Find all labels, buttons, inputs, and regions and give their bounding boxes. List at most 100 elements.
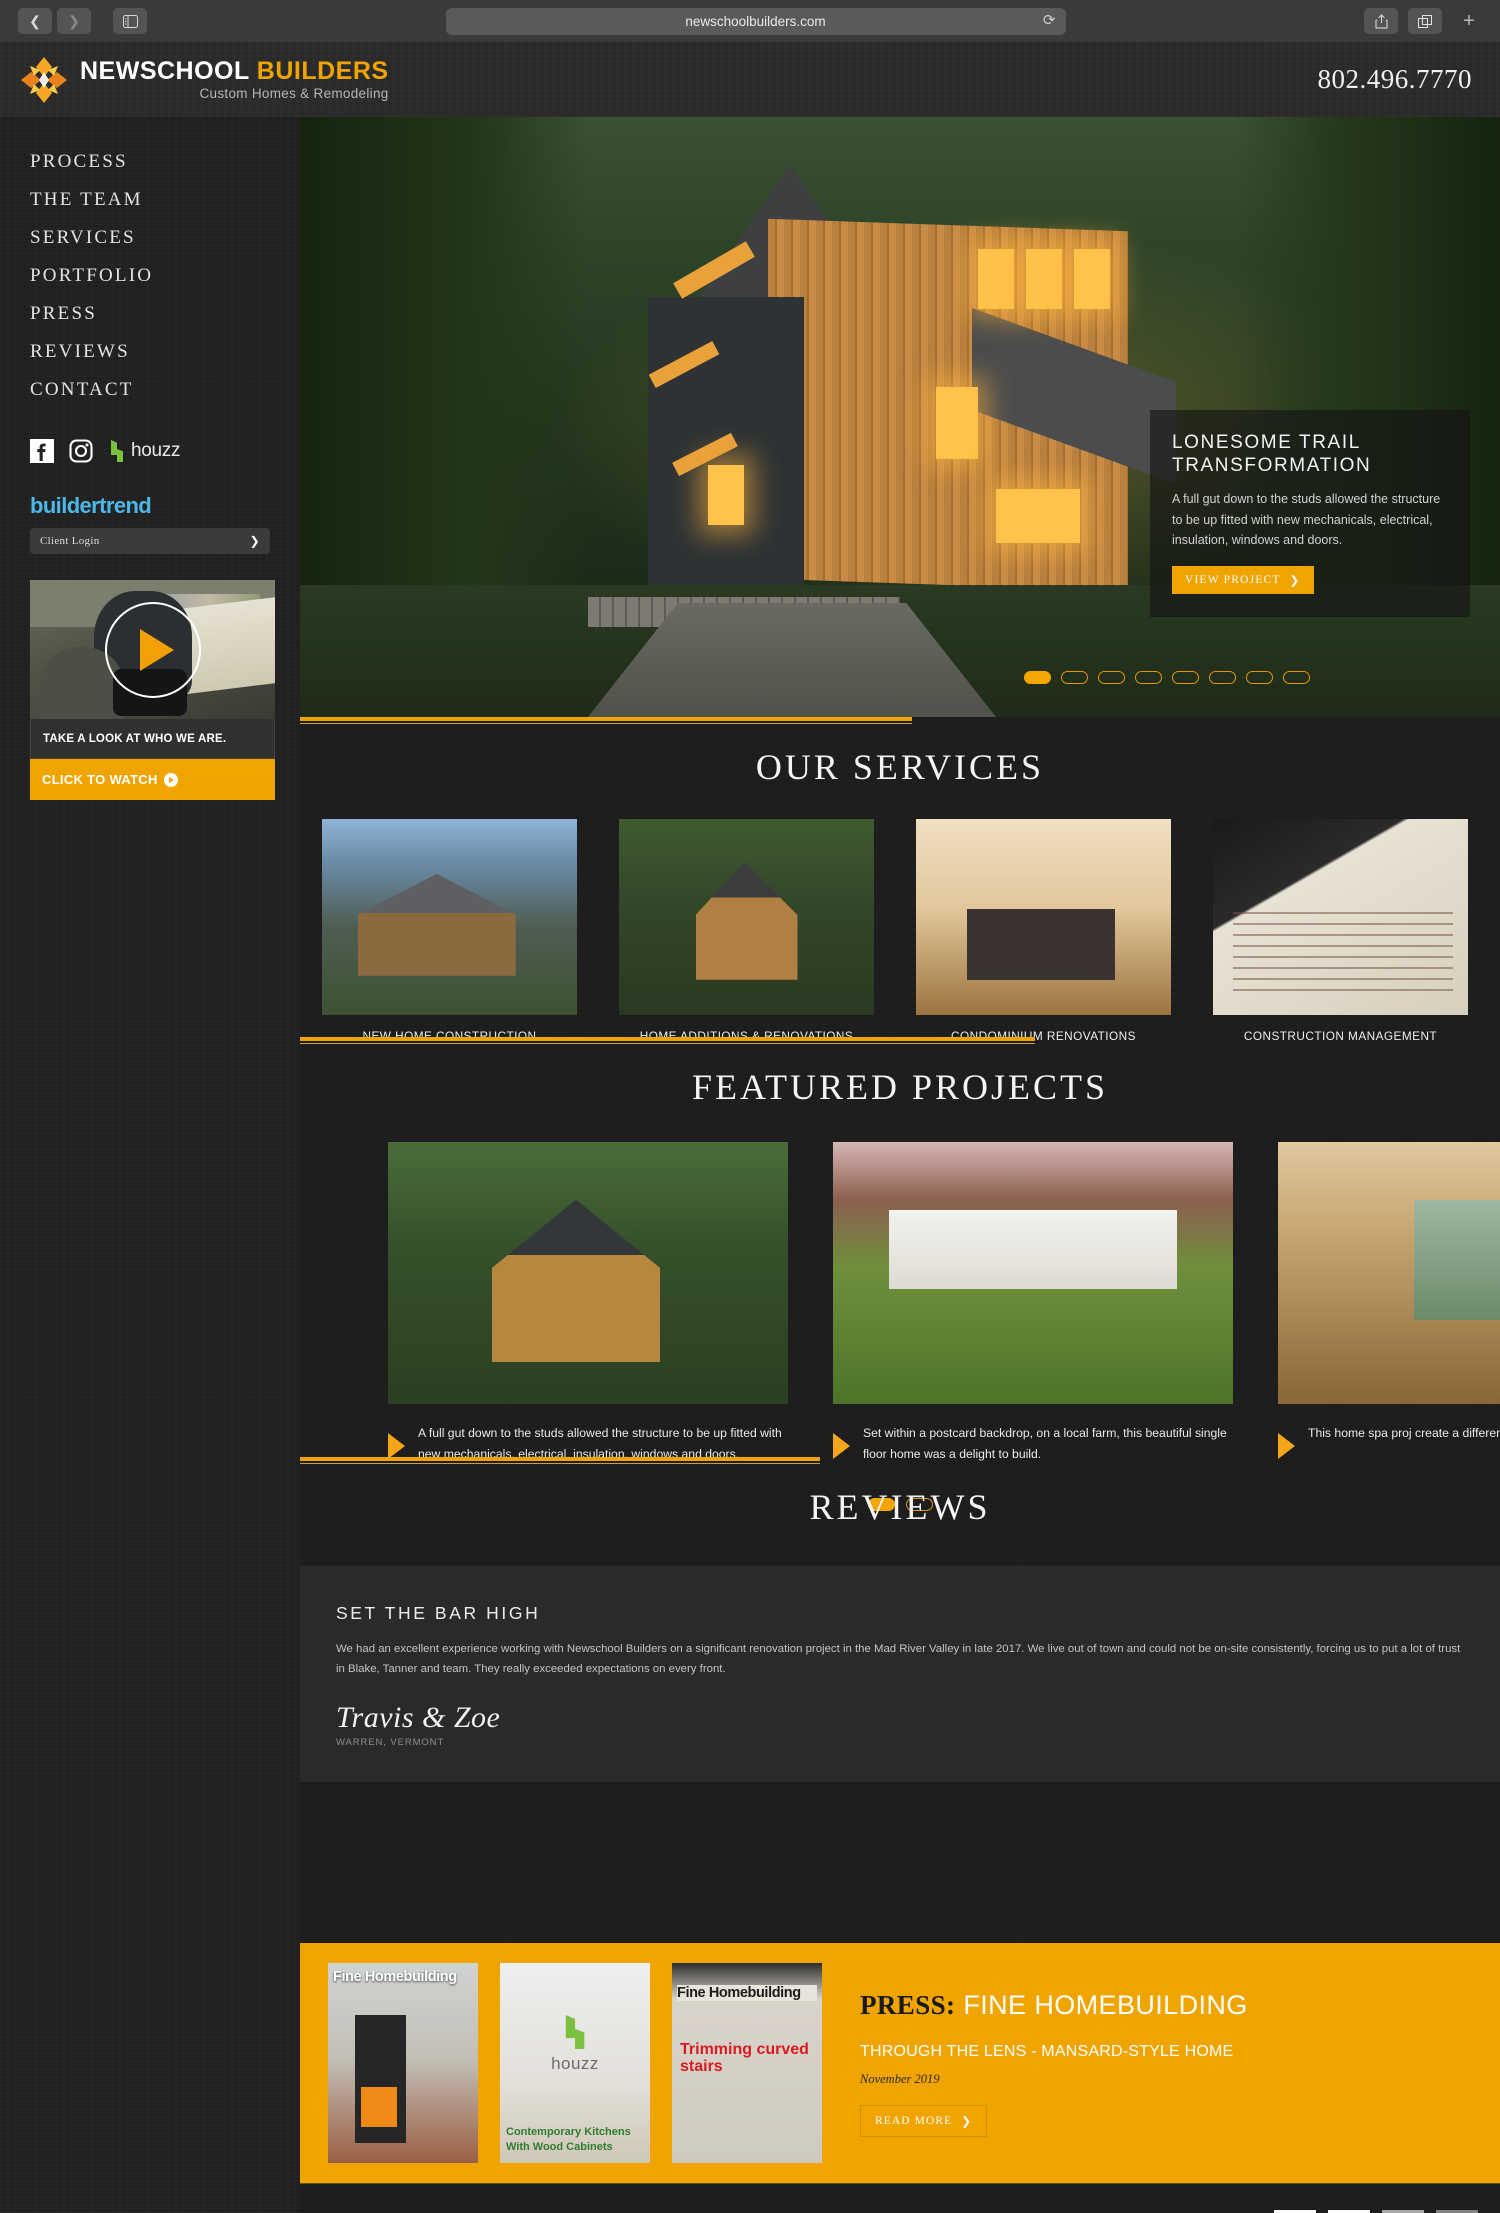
tab-overview-icon[interactable]: [1408, 8, 1442, 34]
hero-dot-6[interactable]: [1209, 671, 1236, 684]
reload-icon[interactable]: ⟳: [1043, 11, 1056, 29]
hero-dot-3[interactable]: [1098, 671, 1125, 684]
hero-dot-7[interactable]: [1246, 671, 1273, 684]
read-more-button[interactable]: READ MORE ❯: [860, 2104, 988, 2137]
sidebar-item-portfolio[interactable]: PORTFOLIO: [30, 257, 300, 295]
client-login-label: Client Login: [40, 535, 100, 547]
back-button[interactable]: ❮: [18, 8, 52, 34]
footer-inner: CONTACT US ©2021 Newschool Builders - PO…: [300, 2184, 1500, 2213]
play-icon[interactable]: [104, 601, 201, 698]
instagram-icon[interactable]: [69, 439, 93, 463]
buildertrend-widget: buildertrend Client Login ❯: [0, 463, 300, 554]
services-section: OUR SERVICES NEW HOME CONSTRUCTION HOME …: [300, 717, 1500, 1043]
sidebar-item-reviews[interactable]: REVIEWS: [30, 333, 300, 371]
press-subtitle: THROUGH THE LENS - MANSARD-STYLE HOME: [860, 2042, 1234, 2060]
houzz-icon: [111, 440, 123, 462]
service-card[interactable]: CONSTRUCTION MANAGEMENT: [1213, 819, 1468, 1043]
houzz-label: houzz: [131, 440, 181, 461]
hero-dot-5[interactable]: [1172, 671, 1199, 684]
logo-text: NEWSCHOOL BUILDERS Custom Homes & Remode…: [80, 58, 389, 101]
browser-toolbar: ❮ ❯ newschoolbuilders.com ⟳ +: [0, 0, 1500, 42]
header-phone[interactable]: 802.496.7770: [1318, 64, 1473, 95]
sidebar-item-the-team[interactable]: THE TEAM: [30, 181, 300, 219]
houzz-label: houzz: [551, 2054, 599, 2073]
address-bar-wrap: newschoolbuilders.com ⟳: [147, 7, 1364, 35]
video-widget[interactable]: TAKE A LOOK AT WHO WE ARE. CLICK TO WATC…: [30, 580, 275, 800]
hero-dot-4[interactable]: [1135, 671, 1162, 684]
sidebar-item-process[interactable]: PROCESS: [30, 143, 300, 181]
magazine-footer: Contemporary Kitchens With Wood Cabinets: [506, 2126, 631, 2154]
video-thumbnail[interactable]: [30, 580, 275, 719]
sidebar: PROCESS THE TEAM SERVICES PORTFOLIO PRES…: [0, 117, 300, 2213]
chevron-right-icon: [388, 1433, 405, 1459]
read-more-label: READ MORE: [875, 2114, 953, 2127]
chevron-right-icon: ❯: [249, 533, 260, 548]
service-card[interactable]: CONDOMINIUM RENOVATIONS: [916, 819, 1171, 1043]
facebook-icon[interactable]: [30, 439, 54, 463]
houzz-link[interactable]: houzz: [108, 440, 181, 462]
press-copy: PRESS: FINE HOMEBUILDING THROUGH THE LEN…: [860, 1990, 1248, 2137]
featured-caption: This home spa proj create a different t …: [1278, 1423, 1500, 1459]
featured-project[interactable]: A full gut down to the studs allowed the…: [388, 1142, 788, 1465]
service-card[interactable]: NEW HOME CONSTRUCTION: [322, 819, 577, 1043]
hero-dot-2[interactable]: [1061, 671, 1088, 684]
review-body: We had an excellent experience working w…: [336, 1643, 1461, 1676]
press-date: November 2019: [860, 2071, 940, 2086]
press-magazine-cover[interactable]: Fine Homebuilding Trimming curved stairs: [672, 1963, 822, 2163]
main-content: LONESOME TRAIL TRANSFORMATION A full gut…: [300, 117, 1500, 2213]
service-image: [322, 819, 577, 1015]
press-magazine-cover[interactable]: Fine Homebuilding: [328, 1963, 478, 2163]
featured-image: [833, 1142, 1233, 1404]
reviews-title: REVIEWS: [809, 1487, 991, 1527]
services-title: OUR SERVICES: [755, 747, 1045, 787]
hero-title: LONESOME TRAIL TRANSFORMATION: [1172, 431, 1372, 477]
services-grid: NEW HOME CONSTRUCTION HOME ADDITIONS & R…: [300, 819, 1500, 1043]
forward-button[interactable]: ❯: [57, 8, 91, 34]
reviews-section: REVIEWS SET THE BAR HIGH We had an excel…: [300, 1457, 1500, 1783]
hero-caption: LONESOME TRAIL TRANSFORMATION A full gut…: [1150, 409, 1470, 617]
houzz-icon: houzz: [551, 2015, 599, 2074]
hero-dot-1[interactable]: [1024, 671, 1051, 684]
reviews-rule: [300, 1457, 820, 1464]
featured-text: This home spa proj create a different t …: [1308, 1426, 1500, 1440]
logo-mark-icon: [18, 54, 70, 106]
view-project-button[interactable]: VIEW PROJECT ❯: [1172, 566, 1314, 594]
service-image: [1213, 819, 1468, 1015]
hero-pagination[interactable]: [1024, 671, 1310, 684]
featured-project[interactable]: This home spa proj create a different t …: [1278, 1142, 1500, 1465]
service-image: [916, 819, 1171, 1015]
sidebar-item-contact[interactable]: CONTACT: [30, 371, 300, 409]
magazine-title: Fine Homebuilding: [333, 1969, 457, 1985]
client-login-button[interactable]: Client Login ❯: [30, 528, 270, 554]
featured-project[interactable]: Set within a postcard backdrop, on a loc…: [833, 1142, 1233, 1465]
featured-title: FEATURED PROJECTS: [691, 1067, 1109, 1107]
hero-slider[interactable]: LONESOME TRAIL TRANSFORMATION A full gut…: [300, 117, 1500, 717]
sidebar-item-press[interactable]: PRESS: [30, 295, 300, 333]
click-to-watch-button[interactable]: CLICK TO WATCH: [30, 759, 275, 800]
share-icon[interactable]: [1364, 8, 1398, 34]
hero-body: A full gut down to the studs allowed the…: [1172, 492, 1441, 547]
body-wrap: PROCESS THE TEAM SERVICES PORTFOLIO PRES…: [0, 117, 1500, 2213]
sidebar-toggle-icon[interactable]: [113, 8, 147, 34]
address-bar[interactable]: newschoolbuilders.com ⟳: [445, 7, 1066, 35]
press-magazine-cover[interactable]: houzz Contemporary Kitchens With Wood Ca…: [500, 1963, 650, 2163]
featured-projects-section: FEATURED PROJECTS A full gut down to the…: [300, 1037, 1500, 1512]
social-links: houzz: [0, 409, 300, 463]
play-small-icon: [163, 772, 178, 787]
page-root: ❮ ❯ newschoolbuilders.com ⟳ + NEWSCHOOL …: [0, 0, 1500, 2213]
new-tab-button[interactable]: +: [1452, 6, 1486, 36]
press-kicker: PRESS: FINE HOMEBUILDING: [860, 1989, 1248, 2020]
chevron-right-icon: [833, 1433, 850, 1459]
logo-tagline: Custom Homes & Remodeling: [199, 85, 389, 101]
site-logo[interactable]: NEWSCHOOL BUILDERS Custom Homes & Remode…: [18, 54, 389, 106]
magazine-title: Fine Homebuilding: [677, 1985, 817, 2001]
review-panel: SET THE BAR HIGH We had an excellent exp…: [300, 1566, 1500, 1783]
featured-grid: A full gut down to the studs allowed the…: [300, 1142, 1500, 1465]
click-to-watch-label: CLICK TO WATCH: [42, 772, 158, 787]
featured-image: [388, 1142, 788, 1404]
sidebar-nav: PROCESS THE TEAM SERVICES PORTFOLIO PRES…: [0, 117, 300, 409]
hero-dot-8[interactable]: [1283, 671, 1310, 684]
review-location: WARREN, VERMONT: [336, 1737, 445, 1749]
service-card[interactable]: HOME ADDITIONS & RENOVATIONS: [619, 819, 874, 1043]
sidebar-item-services[interactable]: SERVICES: [30, 219, 300, 257]
